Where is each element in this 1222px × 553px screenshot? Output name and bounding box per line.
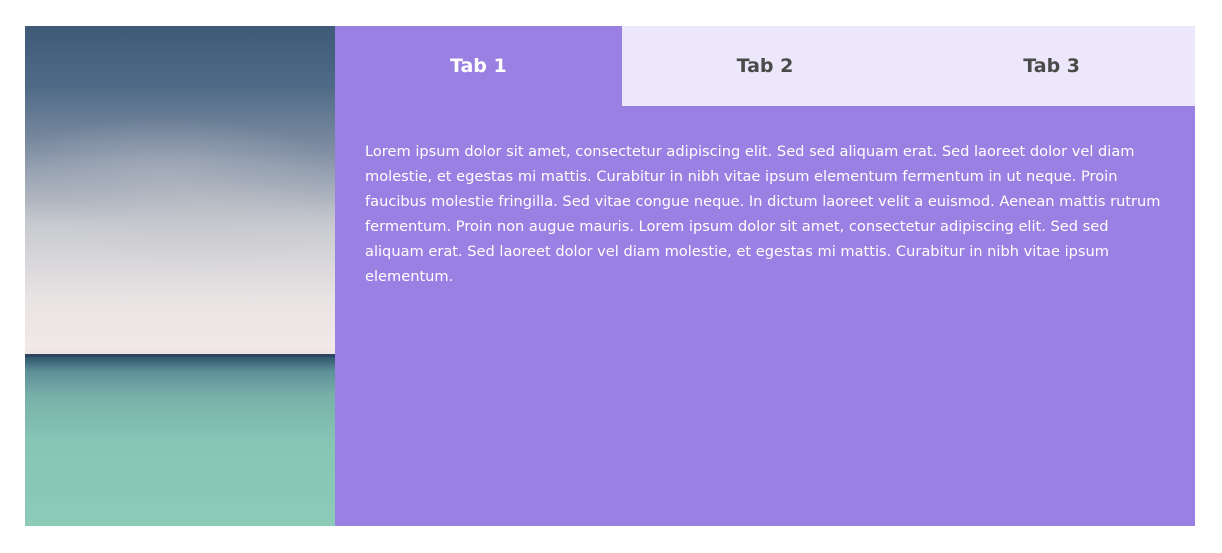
cloud-shape [65,176,335,266]
tab-1[interactable]: Tab 1 [335,26,622,106]
tab-3[interactable]: Tab 3 [908,26,1195,106]
seascape-image [25,26,335,526]
tab-panel: Tab 1 Tab 2 Tab 3 Lorem ipsum dolor sit … [335,26,1195,526]
horizon-line [25,354,335,357]
sea-area [25,354,335,526]
tab-content-text: Lorem ipsum dolor sit amet, consectetur … [365,143,1161,285]
tab-2[interactable]: Tab 2 [621,26,909,106]
tabbed-component: Tab 1 Tab 2 Tab 3 Lorem ipsum dolor sit … [25,26,1195,526]
tab-bar: Tab 1 Tab 2 Tab 3 [335,26,1195,106]
